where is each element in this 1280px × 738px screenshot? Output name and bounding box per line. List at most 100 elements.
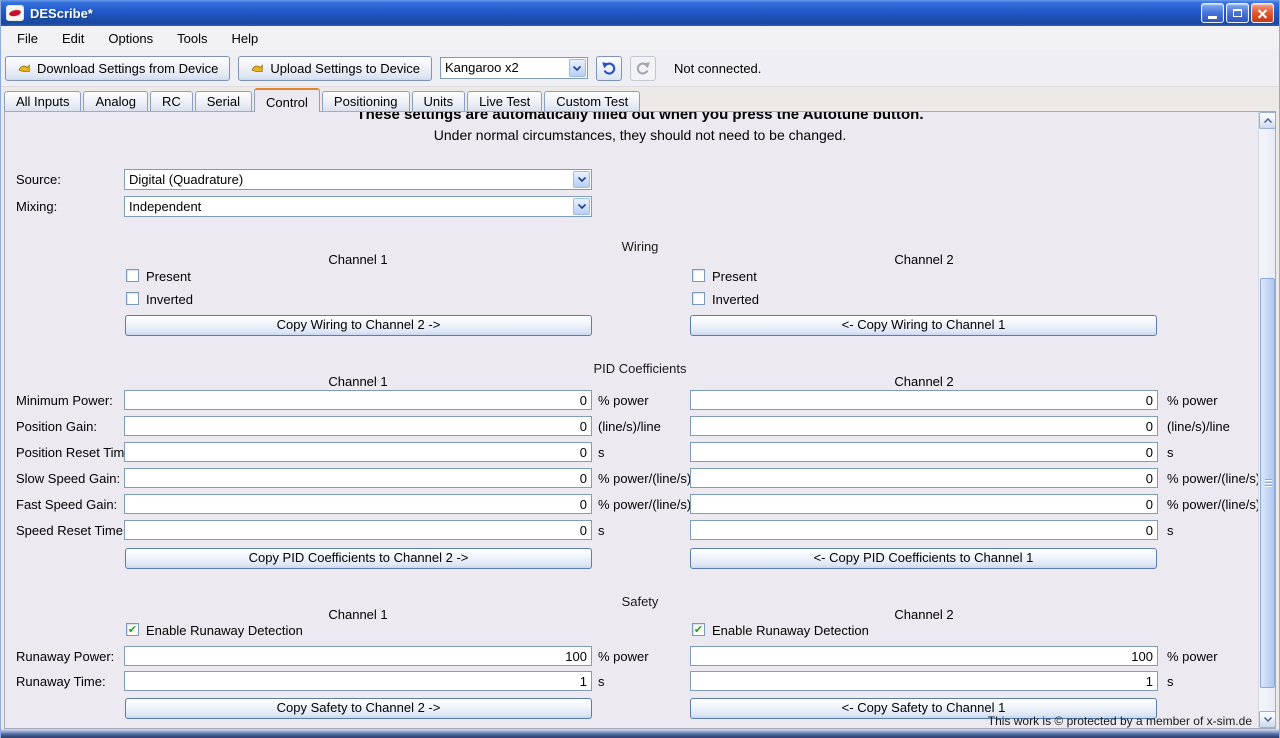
ch1-runaway-power-input[interactable] [124,646,592,666]
runaway-power-label: Runaway Power: [16,649,114,664]
menu-help[interactable]: Help [220,28,271,49]
tab-serial[interactable]: Serial [195,91,252,111]
minimize-icon [1208,16,1217,19]
connection-status: Not connected. [674,61,761,76]
chevron-down-icon [578,177,586,182]
mixing-select[interactable]: Independent [124,196,592,217]
menu-bar: File Edit Options Tools Help [1,26,1279,50]
ch2-runaway-power-input[interactable] [690,646,1158,666]
ch1-slow-speed-gain-unit: % power/(line/s) [598,471,691,486]
upload-settings-button[interactable]: Upload Settings to Device [238,56,432,81]
position-reset-time-label: Position Reset Time: [16,445,135,460]
undo-button[interactable] [596,56,622,81]
tab-positioning[interactable]: Positioning [322,91,410,111]
ch2-runaway-power-unit: % power [1167,649,1218,664]
safety-channel1-header: Channel 1 [124,607,592,622]
close-icon [1257,8,1268,19]
redo-button[interactable] [630,56,656,81]
vertical-scrollbar[interactable] [1258,112,1275,728]
ch1-fast-speed-gain-input[interactable] [124,494,592,514]
close-button[interactable] [1251,3,1274,23]
tab-bar: All Inputs Analog RC Serial Control Posi… [1,87,1279,111]
menu-file[interactable]: File [5,28,50,49]
window-title: DEScribe* [30,6,93,21]
title-bar: DEScribe* [1,0,1279,26]
source-select-arrow[interactable] [573,171,590,188]
menu-options[interactable]: Options [96,28,165,49]
download-icon [17,61,31,75]
scrollbar-down-button[interactable] [1259,711,1276,728]
tab-custom-test[interactable]: Custom Test [544,91,640,111]
ch1-minimum-power-unit: % power [598,393,649,408]
scrollbar-grip-icon [1265,479,1272,488]
source-select[interactable]: Digital (Quadrature) [124,169,592,190]
runaway-time-label: Runaway Time: [16,674,106,689]
restore-button[interactable] [1226,3,1249,23]
device-select[interactable]: Kangaroo x2 [440,57,588,79]
ch2-enable-runaway-checkbox[interactable]: ✔ [692,623,705,636]
copy-pid-to-ch2-button[interactable]: Copy PID Coefficients to Channel 2 -> [125,548,592,569]
scrollbar-up-button[interactable] [1259,112,1276,129]
ch2-inverted-label: Inverted [712,292,759,307]
download-settings-button[interactable]: Download Settings from Device [5,56,230,81]
ch2-slow-speed-gain-input[interactable] [690,468,1158,488]
ch2-present-label: Present [712,269,757,284]
ch2-minimum-power-input[interactable] [690,390,1158,410]
ch1-slow-speed-gain-input[interactable] [124,468,592,488]
ch2-position-reset-time-unit: s [1167,445,1174,460]
ch2-inverted-checkbox[interactable] [692,292,705,305]
scrollbar-up-icon [1264,118,1272,123]
mixing-select-value: Independent [125,197,591,217]
toolbar: Download Settings from Device Upload Set… [1,50,1279,87]
device-select-value: Kangaroo x2 [441,58,587,78]
source-select-value: Digital (Quadrature) [125,170,591,190]
wiring-channel1-header: Channel 1 [124,252,592,267]
tab-units[interactable]: Units [412,91,466,111]
ch2-fast-speed-gain-input[interactable] [690,494,1158,514]
autotune-subheading: Under normal circumstances, they should … [5,127,1275,143]
copy-wiring-to-ch2-button[interactable]: Copy Wiring to Channel 2 -> [125,315,592,336]
menu-edit[interactable]: Edit [50,28,96,49]
ch1-runaway-time-unit: s [598,674,605,689]
minimize-button[interactable] [1201,3,1224,23]
position-gain-label: Position Gain: [16,419,97,434]
speed-reset-time-label: Speed Reset Time: [16,523,127,538]
ch1-speed-reset-time-input[interactable] [124,520,592,540]
window-bottom-frame [1,729,1279,738]
ch1-inverted-checkbox[interactable] [126,292,139,305]
upload-settings-label: Upload Settings to Device [270,61,420,76]
ch2-runaway-time-input[interactable] [690,671,1158,691]
tab-control[interactable]: Control [254,88,320,112]
source-label: Source: [16,172,61,187]
tab-all-inputs[interactable]: All Inputs [4,91,81,111]
undo-icon [601,60,617,76]
copy-pid-to-ch1-button[interactable]: <- Copy PID Coefficients to Channel 1 [690,548,1157,569]
ch1-runaway-time-input[interactable] [124,671,592,691]
device-select-arrow[interactable] [569,59,586,77]
ch1-enable-runaway-checkbox[interactable]: ✔ [126,623,139,636]
ch2-speed-reset-time-input[interactable] [690,520,1158,540]
slow-speed-gain-label: Slow Speed Gain: [16,471,120,486]
ch2-fast-speed-gain-unit: % power/(line/s) [1167,497,1260,512]
ch1-position-gain-input[interactable] [124,416,592,436]
tab-live-test[interactable]: Live Test [467,91,542,111]
ch1-present-label: Present [146,269,191,284]
copy-wiring-to-ch1-button[interactable]: <- Copy Wiring to Channel 1 [690,315,1157,336]
pid-channel2-header: Channel 2 [690,374,1158,389]
wiring-channel2-header: Channel 2 [690,252,1158,267]
tab-analog[interactable]: Analog [83,91,147,111]
upload-icon [250,61,264,75]
ch2-position-gain-input[interactable] [690,416,1158,436]
ch2-position-reset-time-input[interactable] [690,442,1158,462]
scrollbar-thumb[interactable] [1260,278,1275,688]
ch1-position-reset-time-input[interactable] [124,442,592,462]
ch1-minimum-power-input[interactable] [124,390,592,410]
ch1-present-checkbox[interactable] [126,269,139,282]
tab-rc[interactable]: RC [150,91,193,111]
copy-safety-to-ch2-button[interactable]: Copy Safety to Channel 2 -> [125,698,592,719]
menu-tools[interactable]: Tools [165,28,219,49]
ch1-speed-reset-time-unit: s [598,523,605,538]
restore-icon [1233,9,1242,17]
mixing-select-arrow[interactable] [573,198,590,215]
ch2-present-checkbox[interactable] [692,269,705,282]
